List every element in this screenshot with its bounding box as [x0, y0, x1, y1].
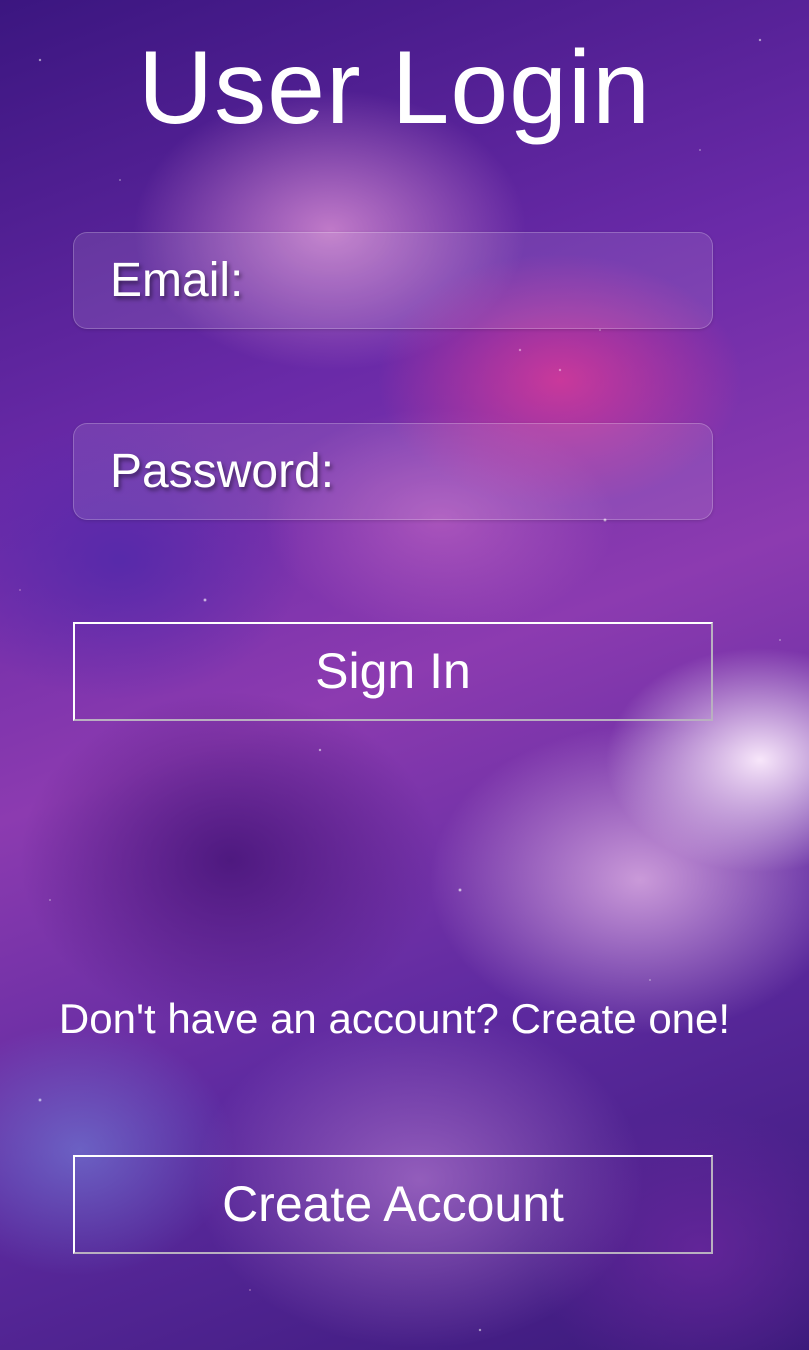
password-field[interactable]: Password:: [73, 423, 713, 520]
email-input[interactable]: [324, 243, 692, 318]
sign-in-button[interactable]: Sign In: [73, 622, 713, 721]
email-field[interactable]: Email:: [73, 232, 713, 329]
page-title: User Login: [138, 30, 651, 146]
signup-prompt: Don't have an account? Create one!: [58, 995, 731, 1042]
password-label: Password:: [110, 445, 335, 498]
password-input[interactable]: [414, 434, 692, 509]
email-label: Email:: [110, 254, 244, 307]
create-account-button[interactable]: Create Account: [73, 1155, 713, 1254]
